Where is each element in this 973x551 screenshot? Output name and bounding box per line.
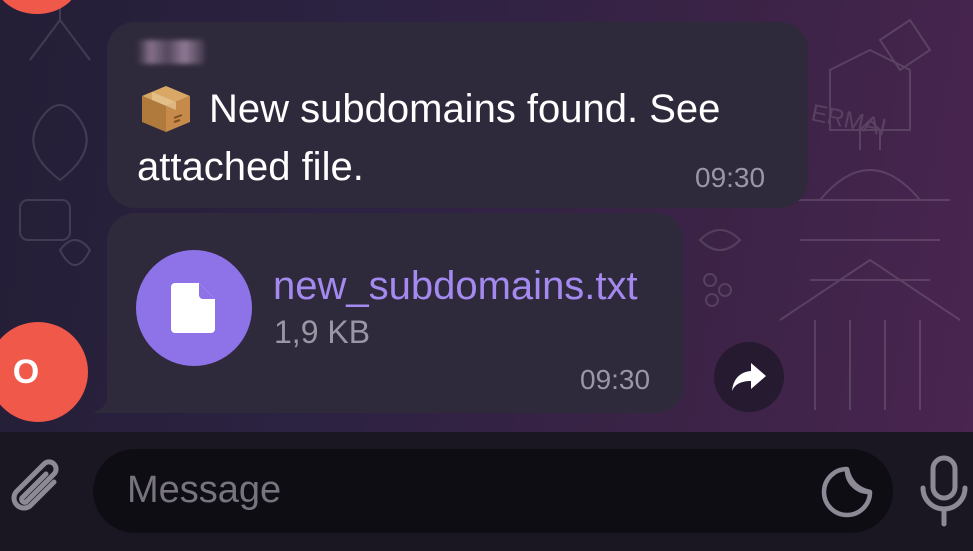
message-time: 09:30 xyxy=(695,162,766,193)
file-message-time: 09:30 xyxy=(580,364,651,395)
file-download-button[interactable] xyxy=(136,250,252,366)
forward-button[interactable] xyxy=(714,342,784,412)
file-name-link[interactable]: new_subdomains.txt xyxy=(273,264,638,309)
document-icon xyxy=(171,283,215,333)
paperclip-icon[interactable] xyxy=(8,456,68,522)
forward-arrow-icon xyxy=(732,363,766,391)
file-size: 1,9 KB xyxy=(274,314,371,350)
bubble-tail xyxy=(92,392,122,413)
sender-name-blurred xyxy=(137,40,205,64)
svg-text:ERMAI: ERMAI xyxy=(809,99,889,141)
message-placeholder: Message xyxy=(127,469,282,511)
chat-area[interactable]: ERMAI New subdomains found. See attached… xyxy=(0,0,973,432)
avatar-initial: O xyxy=(12,353,40,391)
microphone-icon[interactable] xyxy=(918,454,970,528)
sticker-icon[interactable] xyxy=(820,465,874,519)
